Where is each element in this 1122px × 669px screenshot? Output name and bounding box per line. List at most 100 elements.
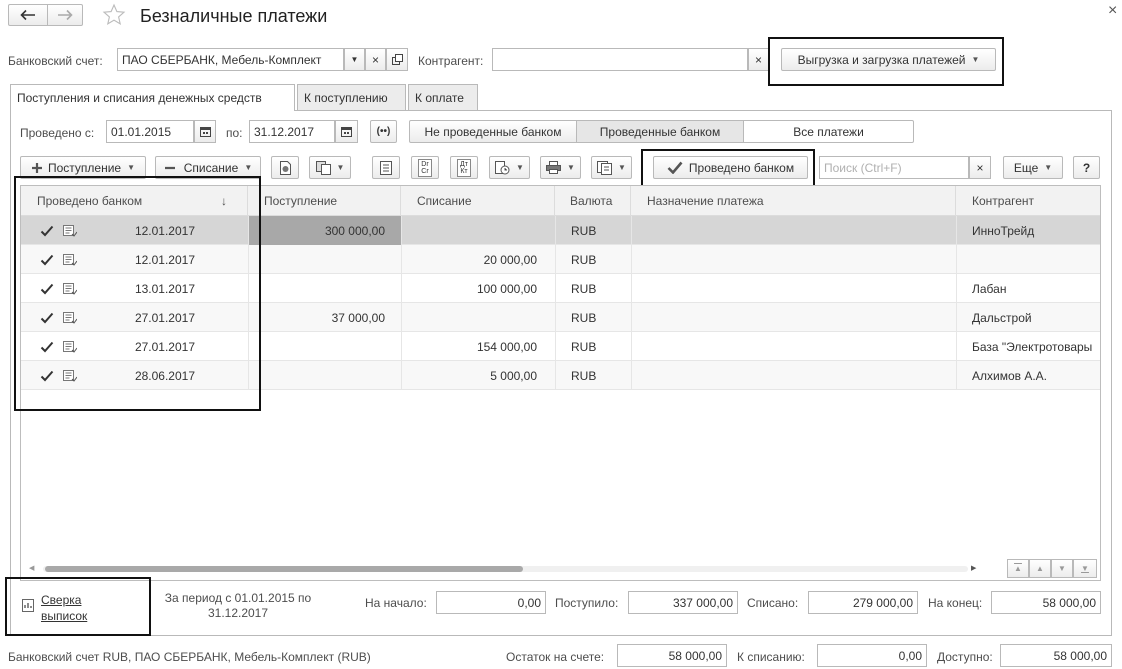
clear-icon: × xyxy=(754,52,762,67)
close-icon[interactable]: × xyxy=(1108,2,1117,20)
document-plus-icon xyxy=(279,160,291,175)
create-receipt-button[interactable]: Поступление ▼ xyxy=(20,156,146,179)
column-header-counterparty[interactable]: Контрагент xyxy=(956,186,1100,216)
forward-button[interactable] xyxy=(47,4,83,26)
create-writeoff-button[interactable]: Списание ▼ xyxy=(155,156,261,179)
account-open-button[interactable] xyxy=(386,48,408,71)
search-input[interactable]: Поиск (Ctrl+F) xyxy=(819,156,969,179)
column-header-writeoff[interactable]: Списание xyxy=(401,186,555,216)
account-dropdown-button[interactable]: ▼ xyxy=(344,48,365,71)
posted-by-bank-button[interactable]: Проведено банком xyxy=(653,156,808,179)
counterparty: Дальстрой xyxy=(972,310,1032,325)
date-from-field[interactable]: 01.01.2015 xyxy=(106,120,194,143)
posted-check-icon xyxy=(40,303,56,332)
account-field[interactable]: ПАО СБЕРБАНК, Мебель-Комплект xyxy=(117,48,344,71)
column-header-label: Списание xyxy=(417,193,472,208)
posted-date: 13.01.2017 xyxy=(134,281,195,296)
date-to-field[interactable]: 31.12.2017 xyxy=(249,120,335,143)
payment-purpose xyxy=(647,361,947,390)
account-balance-field: 58 000,00 xyxy=(617,644,727,667)
column-header-receipt[interactable]: Поступление xyxy=(248,186,401,216)
page-title: Безналичные платежи xyxy=(140,6,328,26)
kt-label: Кт xyxy=(460,167,468,175)
account-value: ПАО СБЕРБАНК, Мебель-Комплект xyxy=(122,52,322,67)
payments-table: Проведено банком ↓ Поступление Списание … xyxy=(20,185,1101,581)
scrollbar-thumb[interactable] xyxy=(45,566,523,572)
report-clock-icon xyxy=(495,160,510,174)
period-select-button[interactable]: (••) xyxy=(370,120,397,143)
scroll-top-button[interactable]: ▲ xyxy=(1007,559,1029,578)
dr-cr-icon: Dr Cr xyxy=(418,158,432,177)
print-button[interactable]: ▼ xyxy=(540,156,581,179)
favorite-star-icon[interactable] xyxy=(102,3,126,27)
clear-icon: × xyxy=(976,160,984,175)
counterparty-label: Контрагент: xyxy=(418,54,484,68)
period-icon: (••) xyxy=(376,126,391,137)
checkmark-icon xyxy=(667,161,683,174)
reports-button[interactable]: ▼ xyxy=(489,156,530,179)
posted-date: 27.01.2017 xyxy=(134,339,195,354)
more-label: Еще xyxy=(1013,160,1039,175)
filter-all[interactable]: Все платежи xyxy=(743,120,914,143)
chevron-down-icon: ▼ xyxy=(336,163,345,172)
account-clear-button[interactable]: × xyxy=(365,48,386,71)
written-off-label: Списано: xyxy=(747,596,799,610)
scroll-down-icon: ▼ xyxy=(1058,564,1066,573)
column-header-posted[interactable]: Проведено банком ↓ xyxy=(21,186,248,216)
tab-connector xyxy=(11,109,294,111)
copy-button[interactable]: ▼ xyxy=(309,156,351,179)
to-write-off-value: 0,00 xyxy=(898,648,922,663)
writeoff-amount: 5 000,00 xyxy=(490,368,537,383)
account-balance-value: 58 000,00 xyxy=(668,648,722,663)
tab-to-pay[interactable]: К оплате xyxy=(408,84,478,110)
posted-date: 12.01.2017 xyxy=(134,223,195,238)
payment-purpose xyxy=(647,332,947,361)
calendar-to-button[interactable] xyxy=(335,120,358,143)
dt-kt-button[interactable]: Дт Кт xyxy=(450,156,478,179)
help-button[interactable]: ? xyxy=(1073,156,1100,179)
end-balance-field: 58 000,00 xyxy=(991,591,1101,614)
tab-receipts-writeoffs[interactable]: Поступления и списания денежных средств xyxy=(10,84,295,111)
attachments-button[interactable]: ▼ xyxy=(591,156,632,179)
counterparty-field[interactable] xyxy=(492,48,748,71)
scroll-down-button[interactable]: ▼ xyxy=(1051,559,1073,578)
search-clear-button[interactable]: × xyxy=(969,156,991,179)
more-button[interactable]: Еще ▼ xyxy=(1003,156,1063,179)
column-header-purpose[interactable]: Назначение платежа xyxy=(631,186,956,216)
table-row[interactable]: 13.01.2017 100 000,00 RUB Лабан xyxy=(21,274,1100,303)
payment-purpose xyxy=(647,216,947,245)
receipt-amount xyxy=(248,245,401,274)
dr-cr-button[interactable]: Dr Cr xyxy=(411,156,439,179)
column-header-currency[interactable]: Валюта xyxy=(555,186,631,216)
table-row[interactable]: 27.01.2017 154 000,00 RUB База "Электротова… xyxy=(21,332,1100,361)
tab-to-receive[interactable]: К поступлению xyxy=(297,84,406,110)
counterparty-clear-button[interactable]: × xyxy=(748,48,769,71)
end-balance-value: 58 000,00 xyxy=(1042,595,1096,610)
chevron-down-icon: ▼ xyxy=(1044,163,1053,172)
scroll-right-arrow[interactable]: ▶ xyxy=(971,564,976,572)
filter-posted[interactable]: Проведенные банком xyxy=(576,120,744,143)
posted-check-icon xyxy=(40,361,56,390)
written-off-value: 279 000,00 xyxy=(852,595,913,610)
scroll-up-button[interactable]: ▲ xyxy=(1029,559,1051,578)
chevron-down-icon: ▼ xyxy=(350,55,359,64)
available-value: 58 000,00 xyxy=(1053,648,1107,663)
payment-purpose xyxy=(647,274,947,303)
scroll-left-arrow[interactable]: ◀ xyxy=(29,564,34,572)
export-import-button[interactable]: Выгрузка и загрузка платежей ▼ xyxy=(781,48,996,71)
clear-icon: × xyxy=(371,52,379,67)
create-based-on-button[interactable] xyxy=(271,156,299,179)
start-balance-value: 0,00 xyxy=(517,595,541,610)
back-button[interactable] xyxy=(8,4,48,26)
document-icon xyxy=(63,274,79,303)
table-row[interactable]: 28.06.2017 5 000,00 RUB Алхимов А.А. xyxy=(21,361,1100,390)
table-row[interactable]: 12.01.2017 300 000,00 RUB ИнноТрейд xyxy=(21,216,1100,245)
filter-not-posted[interactable]: Не проведенные банком xyxy=(409,120,577,143)
reconcile-link[interactable]: Сверка выписок xyxy=(22,592,87,624)
list-settings-button[interactable] xyxy=(372,156,400,179)
scroll-bottom-button[interactable]: ▼ xyxy=(1073,559,1097,578)
horizontal-scrollbar[interactable] xyxy=(43,566,968,572)
table-row[interactable]: 12.01.2017 20 000,00 RUB xyxy=(21,245,1100,274)
calendar-from-button[interactable] xyxy=(194,120,216,143)
table-row[interactable]: 27.01.2017 37 000,00 RUB Дальстрой xyxy=(21,303,1100,332)
